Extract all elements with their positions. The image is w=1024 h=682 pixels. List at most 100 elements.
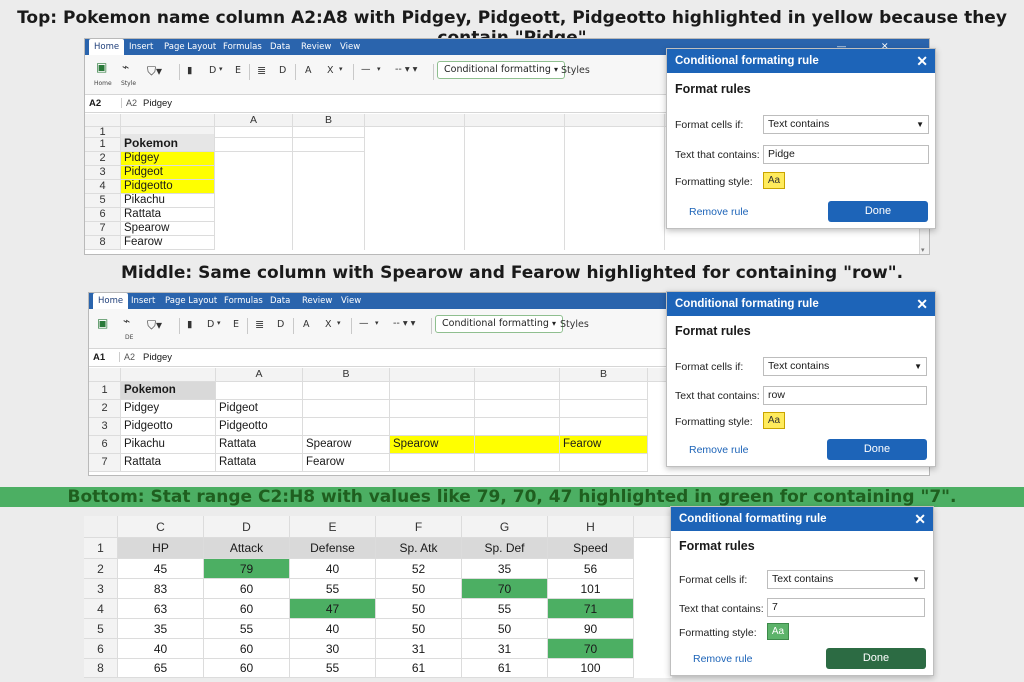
tab-insert[interactable]: Insert — [129, 39, 153, 55]
stat-cell[interactable]: 30 — [290, 639, 376, 659]
border-icon[interactable]: — — [359, 318, 369, 329]
pokemon-cell[interactable]: Spearow — [121, 222, 215, 236]
col-header-g[interactable]: G — [462, 516, 548, 538]
grid-cell[interactable] — [215, 152, 293, 250]
line-style-icon[interactable]: -- ▾ ▾ — [395, 64, 417, 75]
done-button[interactable]: Done — [827, 439, 927, 460]
row-header[interactable]: 4 — [84, 599, 118, 619]
tab-insert[interactable]: Insert — [131, 293, 155, 309]
font-color-a-button[interactable]: A — [303, 319, 310, 330]
stat-cell-highlight[interactable]: 70 — [548, 639, 634, 659]
grid-cell[interactable] — [303, 418, 390, 436]
stat-cell[interactable]: 90 — [548, 619, 634, 639]
stat-cell[interactable]: 31 — [462, 639, 548, 659]
row-header[interactable]: 2 — [84, 559, 118, 579]
stat-cell[interactable]: 63 — [118, 599, 204, 619]
grid-cell[interactable] — [303, 382, 390, 400]
stat-cell[interactable]: 55 — [462, 599, 548, 619]
row-header[interactable]: 1 — [85, 127, 121, 138]
pokemon-header-cell[interactable]: Pokemon — [121, 382, 216, 400]
chevron-down-icon[interactable]: ▾ — [377, 65, 381, 73]
close-icon[interactable]: ✕ — [916, 49, 928, 73]
home-view-icon[interactable]: ▣ — [97, 316, 108, 330]
pokemon-cell[interactable]: Pidgeotto — [121, 418, 216, 436]
format-style-swatch[interactable]: Aa — [763, 412, 785, 429]
grid-cell[interactable] — [390, 400, 475, 418]
stat-cell[interactable]: 40 — [118, 639, 204, 659]
name-box[interactable]: A2 — [89, 98, 101, 109]
stat-cell[interactable]: 35 — [462, 559, 548, 579]
line-style-icon[interactable]: -- ▾ ▾ — [393, 318, 415, 329]
font-d-dropdown[interactable]: D — [207, 319, 214, 330]
pokemon-cell[interactable]: Rattata — [121, 454, 216, 472]
col-header[interactable] — [365, 114, 465, 127]
stat-cell[interactable]: 50 — [376, 619, 462, 639]
stat-cell[interactable]: 35 — [118, 619, 204, 639]
corner-cell[interactable] — [85, 114, 121, 127]
row-header[interactable]: 6 — [85, 208, 121, 222]
remove-rule-link[interactable]: Remove rule — [689, 444, 749, 456]
row-header[interactable]: 2 — [85, 152, 121, 166]
formula-input[interactable]: Pidgey — [143, 352, 172, 363]
tab-page-layout[interactable]: Page Layout — [165, 293, 217, 309]
stat-cell[interactable]: 60 — [204, 639, 290, 659]
stat-cell[interactable]: 60 — [204, 659, 290, 678]
grid-cell[interactable] — [465, 127, 565, 250]
grid-cell-highlight[interactable] — [475, 436, 560, 454]
tab-formulas[interactable]: Formulas — [223, 39, 262, 55]
row-header[interactable]: 1 — [85, 138, 121, 152]
font-d-dropdown[interactable]: D — [209, 65, 216, 76]
pokemon-cell[interactable]: Rattata — [216, 454, 303, 472]
conditional-formatting-button[interactable]: Conditional formatting ▾ — [437, 61, 565, 79]
stat-cell[interactable]: 60 — [204, 579, 290, 599]
pokemon-cell[interactable]: Pidgeot — [216, 400, 303, 418]
col-header-h[interactable]: H — [548, 516, 634, 538]
col-header[interactable] — [390, 368, 475, 382]
grid-cell[interactable] — [560, 418, 648, 436]
grid-cell[interactable] — [293, 138, 365, 152]
chevron-down-icon[interactable]: ▾ — [339, 65, 343, 73]
grid-cell[interactable] — [475, 418, 560, 436]
stat-cell[interactable]: 101 — [548, 579, 634, 599]
format-style-swatch[interactable]: Aa — [763, 172, 785, 189]
paint-bucket-icon[interactable]: ⛉▾ — [147, 64, 162, 79]
pokemon-header-cell[interactable]: Pokemon — [121, 134, 215, 152]
stat-cell[interactable]: 55 — [290, 579, 376, 599]
bold-stack-icon[interactable]: ▮ — [187, 65, 192, 76]
pokemon-cell[interactable]: Pidgeot — [121, 166, 215, 180]
stat-header-cell[interactable]: Sp. Atk — [376, 538, 462, 559]
grid-cell[interactable] — [303, 400, 390, 418]
stat-cell[interactable]: 50 — [462, 619, 548, 639]
grid-cell[interactable] — [390, 454, 475, 472]
stat-cell[interactable]: 100 — [548, 659, 634, 678]
row-header[interactable]: 5 — [85, 194, 121, 208]
text-contains-input[interactable]: row — [763, 386, 927, 405]
stat-cell[interactable]: 45 — [118, 559, 204, 579]
scroll-down-icon[interactable]: ▾ — [921, 246, 925, 254]
col-header[interactable] — [634, 516, 672, 538]
done-button[interactable]: Done — [828, 201, 928, 222]
pokemon-cell[interactable]: Pikachu — [121, 436, 216, 454]
pokemon-cell[interactable]: Rattata — [121, 208, 215, 222]
col-header-e[interactable]: E — [290, 516, 376, 538]
clear-x-button[interactable]: X — [325, 319, 332, 330]
done-button[interactable]: Done — [826, 648, 926, 669]
stat-cell[interactable]: 40 — [290, 619, 376, 639]
grid-cell[interactable] — [215, 127, 293, 138]
stat-cell[interactable]: 55 — [204, 619, 290, 639]
col-header[interactable] — [565, 114, 665, 127]
name-box[interactable]: A1 — [93, 352, 105, 363]
col-header[interactable] — [475, 368, 560, 382]
text-contains-input[interactable]: Pidge — [763, 145, 929, 164]
grid-cell[interactable] — [215, 138, 293, 152]
col-header-b[interactable]: B — [303, 368, 390, 382]
row-header[interactable]: 7 — [85, 222, 121, 236]
col-header-a[interactable]: A — [216, 368, 303, 382]
style-brush-icon[interactable]: ⌁ — [122, 60, 129, 74]
border-icon[interactable]: — — [361, 64, 371, 75]
pokemon-cell[interactable]: Pidgey — [121, 400, 216, 418]
row-header[interactable]: 3 — [84, 579, 118, 599]
tab-home[interactable]: Home — [93, 293, 129, 309]
col-header-a[interactable]: A — [215, 114, 293, 127]
col-header-blank[interactable] — [121, 114, 215, 127]
